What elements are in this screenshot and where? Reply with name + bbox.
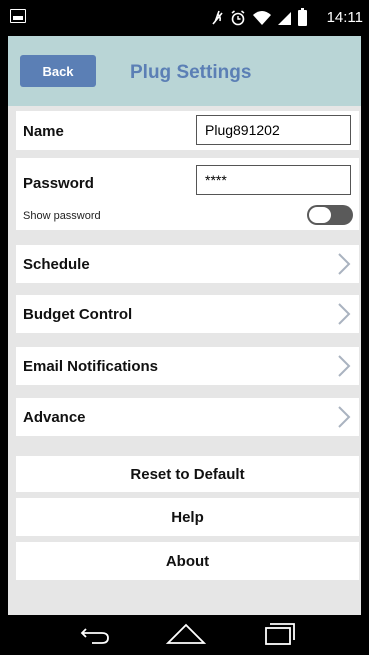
wifi-icon: [253, 11, 271, 25]
chevron-right-icon: [338, 406, 351, 428]
alarm-icon: [231, 10, 245, 26]
help-button[interactable]: Help: [16, 498, 359, 536]
menu-item-label: Email Notifications: [23, 358, 159, 375]
navigation-bar: [0, 615, 369, 655]
page-title: Plug Settings: [130, 62, 252, 83]
password-input[interactable]: [196, 165, 351, 195]
menu-item-label: Advance: [23, 409, 86, 426]
back-button[interactable]: Back: [20, 55, 96, 87]
help-label: Help: [171, 509, 204, 526]
menu-item-schedule[interactable]: Schedule: [16, 245, 359, 283]
mute-icon: [212, 10, 223, 25]
signal-icon: [278, 12, 291, 25]
name-input[interactable]: [196, 115, 351, 145]
status-time: 14:11: [326, 9, 363, 26]
about-button[interactable]: About: [16, 542, 359, 580]
show-password-label: Show password: [23, 210, 101, 222]
battery-icon: [298, 8, 307, 26]
screenshot-icon: [10, 9, 26, 23]
header: Back Plug Settings: [8, 36, 361, 106]
chevron-right-icon: [338, 355, 351, 377]
menu-item-budget-control[interactable]: Budget Control: [16, 295, 359, 333]
menu-item-label: Budget Control: [23, 306, 133, 323]
recent-apps-nav-icon[interactable]: [258, 615, 298, 655]
menu-item-label: Schedule: [23, 256, 90, 273]
about-label: About: [165, 553, 210, 570]
home-nav-icon[interactable]: [164, 615, 208, 655]
show-password-toggle[interactable]: [307, 205, 353, 225]
menu-item-email-notifications[interactable]: Email Notifications: [16, 347, 359, 385]
chevron-right-icon: [338, 253, 351, 275]
status-icons: [210, 8, 307, 28]
reset-to-default-button[interactable]: Reset to Default: [16, 456, 359, 492]
password-row: Password Show password: [16, 158, 359, 230]
name-label: Name: [23, 123, 64, 140]
status-bar: 14:11: [0, 0, 369, 36]
app-screen: Back Plug Settings Name Password Show pa…: [8, 36, 361, 615]
chevron-right-icon: [338, 303, 351, 325]
reset-to-default-label: Reset to Default: [130, 466, 245, 483]
name-row: Name: [16, 111, 359, 150]
toggle-knob: [308, 206, 332, 224]
back-nav-icon[interactable]: [76, 615, 116, 655]
menu-item-advance[interactable]: Advance: [16, 398, 359, 436]
password-label: Password: [23, 175, 94, 192]
